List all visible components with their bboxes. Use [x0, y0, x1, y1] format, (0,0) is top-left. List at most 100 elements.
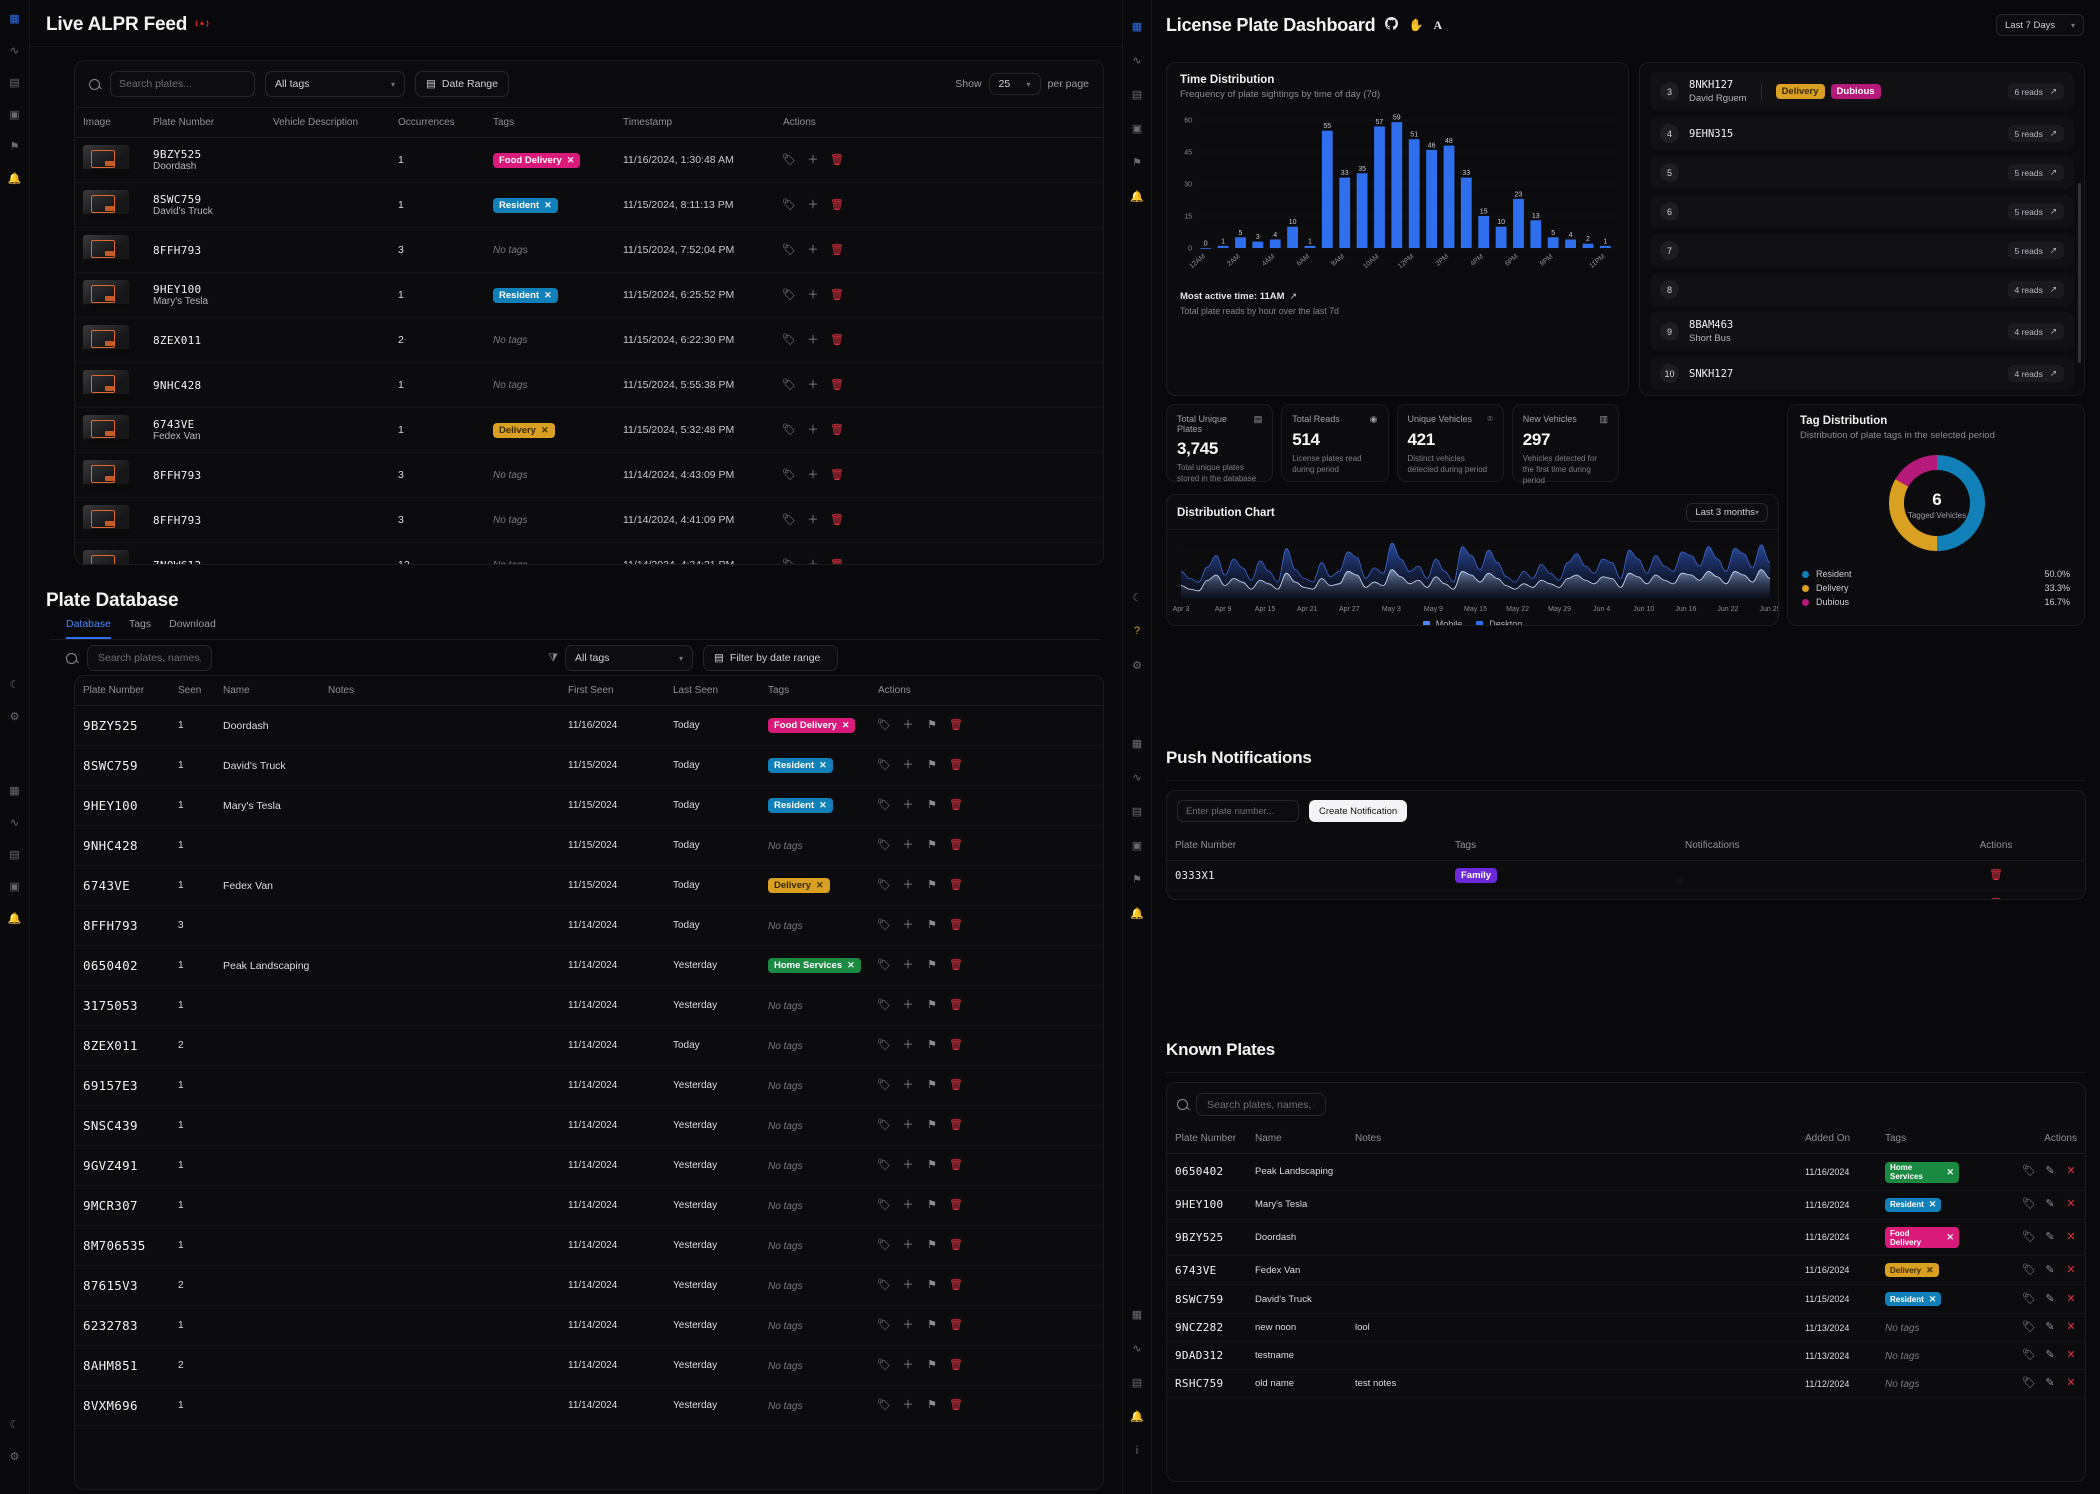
- trash-icon[interactable]: 🗑: [949, 960, 963, 972]
- tag-icon[interactable]: 🏷: [782, 244, 796, 256]
- known-plates-search-wrap[interactable]: [1196, 1093, 1326, 1116]
- plus-icon[interactable]: ＋: [807, 469, 819, 481]
- tag-icon[interactable]: 🏷: [877, 720, 891, 732]
- hand-icon[interactable]: ✋: [1408, 18, 1423, 32]
- close-icon[interactable]: ✕: [2065, 1350, 2077, 1362]
- capture-thumbnail[interactable]: [83, 190, 129, 220]
- secondary-nav-rail[interactable]: ▦ ∿ ▤ ▣ ⚑ 🔔 ☾ ? ⚙ ▦ ∿ ▤ ▣ ⚑ 🔔 ▦ ∿ ▤ 🔔 ⅰ: [1122, 0, 1152, 1494]
- known-plates-search-input[interactable]: [1207, 1098, 1315, 1111]
- table-row[interactable]: 8ZEX011 2 11/14/2024 Today No tags 🏷 ＋ ⚑…: [75, 1025, 1103, 1066]
- trash-icon[interactable]: 🗑: [949, 1160, 963, 1172]
- tag-icon[interactable]: 🏷: [2022, 1322, 2036, 1334]
- table-row[interactable]: 8SWC759 1 David's Truck 11/15/2024 Today…: [75, 745, 1103, 786]
- flag-icon[interactable]: ⚑: [1129, 154, 1145, 170]
- table-row[interactable]: 9NHC428 1 No tags 11/15/2024, 5:55:38 PM…: [75, 362, 1103, 408]
- tag-badge[interactable]: Resident ✕: [768, 798, 833, 813]
- plus-icon[interactable]: ＋: [902, 720, 914, 732]
- trash-icon[interactable]: 🗑: [949, 880, 963, 892]
- tab-download[interactable]: Download: [169, 618, 216, 639]
- database-icon-2[interactable]: ▤: [1129, 803, 1145, 819]
- reads-count-button[interactable]: 4 reads ↗: [2007, 281, 2064, 298]
- tag-icon[interactable]: 🏷: [877, 1000, 891, 1012]
- table-row[interactable]: 8ZEX011 2 No tags 11/15/2024, 6:22:30 PM…: [75, 317, 1103, 363]
- tag-icon[interactable]: 🏷: [877, 1400, 891, 1412]
- leaderboard-row[interactable]: 5 5 reads ↗: [1650, 156, 2074, 189]
- flag-icon[interactable]: ⚑: [926, 1320, 938, 1332]
- remove-tag-icon[interactable]: ✕: [1929, 1199, 1937, 1210]
- pencil-icon[interactable]: ✎: [2044, 1264, 2056, 1276]
- bell-icon-3[interactable]: 🔔: [1129, 1408, 1145, 1424]
- flag-icon[interactable]: ⚑: [926, 920, 938, 932]
- font-icon[interactable]: A: [1433, 18, 1442, 33]
- leaderboard-row[interactable]: 3 8NKH127 David Rguem Delivery Dubious 6 …: [1650, 72, 2074, 111]
- tag-icon[interactable]: 🏷: [782, 199, 796, 211]
- trash-icon[interactable]: 🗑: [830, 559, 844, 564]
- table-row[interactable]: 8FFH793 3 11/14/2024 Today No tags 🏷 ＋ ⚑…: [75, 905, 1103, 946]
- grid-icon[interactable]: ▦: [7, 10, 23, 26]
- pencil-icon[interactable]: ✎: [2044, 1199, 2056, 1211]
- close-icon[interactable]: ✕: [2065, 1293, 2077, 1305]
- tag-icon[interactable]: 🏷: [877, 760, 891, 772]
- plus-icon[interactable]: ＋: [902, 1200, 914, 1212]
- plus-icon[interactable]: ＋: [807, 334, 819, 346]
- plus-icon[interactable]: ＋: [902, 1160, 914, 1172]
- trash-icon[interactable]: 🗑: [949, 720, 963, 732]
- pencil-icon[interactable]: ✎: [2044, 1322, 2056, 1334]
- settings-icon[interactable]: ⚙: [7, 708, 23, 724]
- flag-icon[interactable]: ⚑: [926, 720, 938, 732]
- plus-icon[interactable]: ＋: [902, 760, 914, 772]
- flag-icon[interactable]: ⚑: [926, 880, 938, 892]
- table-row[interactable]: 87615V3 2 11/14/2024 Yesterday No tags 🏷…: [75, 1265, 1103, 1306]
- table-row[interactable]: 9HEY100 1 Mary's Tesla 11/15/2024 Today …: [75, 785, 1103, 826]
- db-date-filter-button[interactable]: ▤ Filter by date range: [703, 645, 838, 671]
- leaderboard-row[interactable]: 6 5 reads ↗: [1650, 195, 2074, 228]
- flag-icon-2[interactable]: ⚑: [1129, 871, 1145, 887]
- table-row[interactable]: 8VXM696 1 11/14/2024 Yesterday No tags 🏷…: [75, 1385, 1103, 1426]
- trash-icon[interactable]: 🗑: [1989, 870, 2003, 882]
- tag-icon[interactable]: 🏷: [2022, 1378, 2036, 1390]
- close-icon[interactable]: ✕: [2065, 1322, 2077, 1334]
- leaderboard-row[interactable]: 9 8BAM463 Short Bus 4 reads ↗: [1650, 312, 2074, 351]
- table-row[interactable]: 9BZY525 Doordash 11/16/2024 Food Deliver…: [1167, 1219, 2085, 1256]
- plus-icon[interactable]: ＋: [807, 244, 819, 256]
- table-row[interactable]: 3175053 1 11/14/2024 Yesterday No tags 🏷…: [75, 985, 1103, 1026]
- plus-icon[interactable]: ＋: [807, 289, 819, 301]
- tag-icon[interactable]: 🏷: [877, 1320, 891, 1332]
- trash-icon[interactable]: 🗑: [949, 1280, 963, 1292]
- plate-database-tabs[interactable]: Database Tags Download: [50, 612, 1100, 640]
- capture-thumbnail[interactable]: [83, 145, 129, 175]
- table-row[interactable]: 8FFH793 3 No tags 11/15/2024, 7:52:04 PM…: [75, 227, 1103, 273]
- database-icon[interactable]: ▤: [7, 74, 23, 90]
- trash-icon[interactable]: 🗑: [830, 244, 844, 256]
- table-row[interactable]: 9HEY100 Mary's Tesla 11/16/2024 Resident…: [1167, 1190, 2085, 1220]
- plus-icon[interactable]: ＋: [902, 1080, 914, 1092]
- trash-icon[interactable]: 🗑: [830, 469, 844, 481]
- plus-icon[interactable]: ＋: [902, 880, 914, 892]
- table-row[interactable]: 8FFH793 3 No tags 11/14/2024, 4:41:09 PM…: [75, 497, 1103, 543]
- tag-icon[interactable]: 🏷: [877, 920, 891, 932]
- capture-thumbnail[interactable]: [83, 460, 129, 490]
- clipboard-icon[interactable]: ▣: [1129, 120, 1145, 136]
- plus-icon[interactable]: ＋: [807, 424, 819, 436]
- plus-icon[interactable]: ＋: [902, 1040, 914, 1052]
- close-icon[interactable]: ✕: [2065, 1264, 2077, 1276]
- db-search-wrap[interactable]: [87, 645, 212, 671]
- flag-icon[interactable]: ⚑: [926, 1160, 938, 1172]
- remove-tag-icon[interactable]: ✕: [816, 880, 824, 891]
- flag-icon[interactable]: ⚑: [926, 1000, 938, 1012]
- tag-badge[interactable]: Resident ✕: [493, 197, 558, 213]
- trash-icon[interactable]: 🗑: [830, 334, 844, 346]
- trash-icon[interactable]: 🗑: [949, 1040, 963, 1052]
- database-icon[interactable]: ▤: [1129, 86, 1145, 102]
- database-icon-3[interactable]: ▤: [1129, 1374, 1145, 1390]
- tag-badge[interactable]: Resident ✕: [1885, 1197, 1942, 1212]
- tag-badge[interactable]: Delivery: [1775, 84, 1825, 99]
- distribution-range-select[interactable]: Last 3 months ▾: [1686, 503, 1768, 522]
- capture-thumbnail[interactable]: [83, 505, 129, 535]
- table-row[interactable]: RSHC759 old name test notes 11/12/2024 N…: [1167, 1369, 2085, 1398]
- flag-icon[interactable]: ⚑: [926, 1080, 938, 1092]
- activity-icon[interactable]: ∿: [7, 42, 23, 58]
- clipboard-icon-2[interactable]: ▣: [1129, 837, 1145, 853]
- plus-icon[interactable]: ＋: [902, 920, 914, 932]
- plus-icon[interactable]: ＋: [807, 379, 819, 391]
